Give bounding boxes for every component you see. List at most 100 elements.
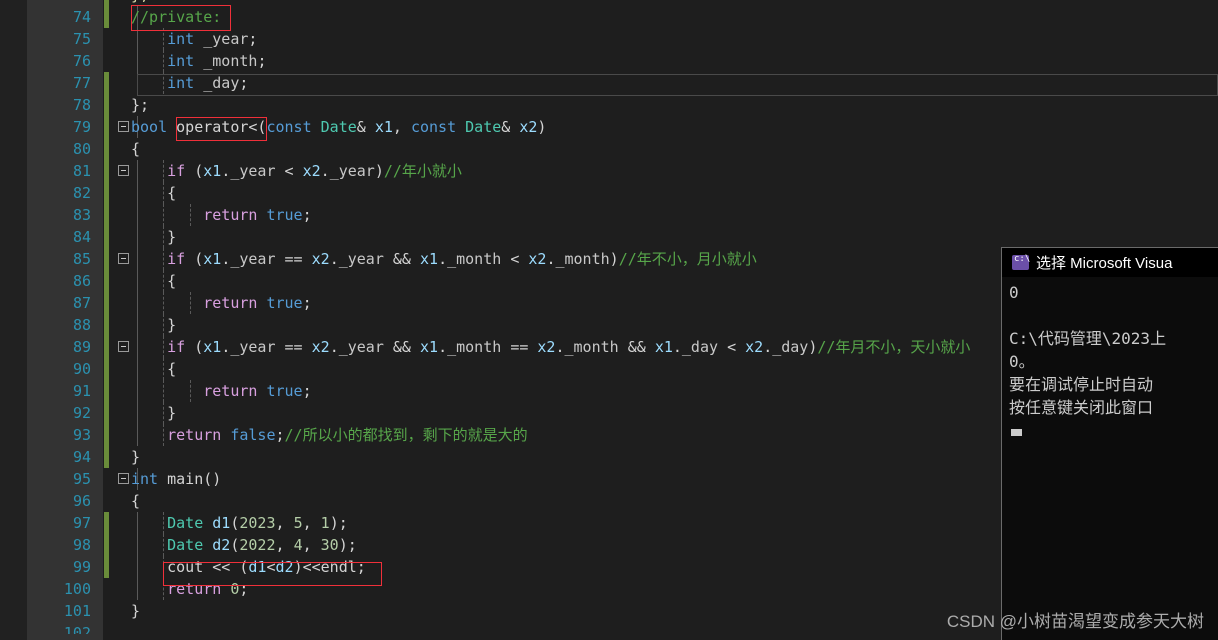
code-text[interactable]: }; <box>131 94 149 116</box>
change-bar <box>104 50 109 72</box>
code-text[interactable]: return false;//所以小的都找到，剩下的就是大的 <box>131 424 527 446</box>
fold-toggle-icon[interactable] <box>118 165 129 176</box>
line-number[interactable]: 74 <box>27 6 91 28</box>
code-line[interactable]: 74 //private: <box>0 6 1218 28</box>
code-text[interactable]: int _day; <box>131 72 248 94</box>
change-bar <box>104 578 109 600</box>
console-titlebar[interactable]: 选择 Microsoft Visua <box>1002 248 1218 277</box>
change-bar <box>104 138 109 160</box>
line-number[interactable]: 99 <box>27 556 91 578</box>
line-number[interactable]: 80 <box>27 138 91 160</box>
line-number[interactable]: 91 <box>27 380 91 402</box>
line-number[interactable]: 93 <box>27 424 91 446</box>
change-bar <box>104 248 109 270</box>
line-number[interactable]: 81 <box>27 160 91 182</box>
code-text[interactable]: return 0; <box>131 578 248 600</box>
line-number[interactable]: 79 <box>27 116 91 138</box>
code-text[interactable]: //private: <box>131 6 221 28</box>
code-text[interactable]: bool operator<(const Date& x1, const Dat… <box>131 116 546 138</box>
line-number[interactable]: 90 <box>27 358 91 380</box>
line-number[interactable]: 94 <box>27 446 91 468</box>
code-text[interactable]: { <box>131 182 176 204</box>
code-line[interactable]: 84 } <box>0 226 1218 248</box>
line-number[interactable]: 87 <box>27 292 91 314</box>
code-text[interactable]: cout << (d1<d2)<<endl; <box>131 556 366 578</box>
line-number[interactable]: 89 <box>27 336 91 358</box>
line-number[interactable]: 92 <box>27 402 91 424</box>
code-text[interactable]: if (x1._year < x2._year)//年小就小 <box>131 160 462 182</box>
console-output-line: 按任意键关闭此窗口 <box>1009 398 1154 417</box>
code-line[interactable]: 79 bool operator<(const Date& x1, const D… <box>0 116 1218 138</box>
change-bar <box>104 534 109 556</box>
line-number[interactable]: 102 <box>27 622 91 634</box>
line-number[interactable]: 98 <box>27 534 91 556</box>
change-bar <box>104 336 109 358</box>
line-number[interactable]: 97 <box>27 512 91 534</box>
line-number[interactable]: 101 <box>27 600 91 622</box>
line-number[interactable]: 88 <box>27 314 91 336</box>
line-number[interactable]: 85 <box>27 248 91 270</box>
code-text[interactable]: } <box>131 226 176 248</box>
code-text[interactable]: if (x1._year == x2._year && x1._month < … <box>131 248 757 270</box>
console-output-line: C:\代码管理\2023上 <box>1009 329 1167 348</box>
line-number[interactable]: 95 <box>27 468 91 490</box>
line-number[interactable]: 83 <box>27 204 91 226</box>
code-text[interactable]: } <box>131 314 176 336</box>
change-bar <box>104 160 109 182</box>
code-line[interactable]: 82 { <box>0 182 1218 204</box>
code-line[interactable]: 78}; <box>0 94 1218 116</box>
code-line[interactable]: 83 return true; <box>0 204 1218 226</box>
console-cursor <box>1011 429 1022 436</box>
line-number[interactable]: 78 <box>27 94 91 116</box>
line-number[interactable]: 77 <box>27 72 91 94</box>
code-text[interactable]: Date d2(2022, 4, 30); <box>131 534 357 556</box>
code-line[interactable]: 75 int _year; <box>0 28 1218 50</box>
fold-toggle-icon[interactable] <box>118 121 129 132</box>
code-text[interactable]: int _month; <box>131 50 266 72</box>
line-number[interactable]: 82 <box>27 182 91 204</box>
change-bar <box>104 6 109 28</box>
fold-toggle-icon[interactable] <box>118 253 129 264</box>
line-number[interactable]: 76 <box>27 50 91 72</box>
change-bar <box>104 182 109 204</box>
change-bar <box>104 28 109 50</box>
code-line[interactable]: 76 int _month; <box>0 50 1218 72</box>
code-text[interactable]: if (x1._year == x2._year && x1._month ==… <box>131 336 970 358</box>
fold-toggle-icon[interactable] <box>118 341 129 352</box>
code-text[interactable]: return true; <box>131 292 311 314</box>
change-bar <box>104 204 109 226</box>
code-text[interactable]: } <box>131 402 176 424</box>
line-number[interactable]: 84 <box>27 226 91 248</box>
change-bar <box>104 94 109 116</box>
code-text[interactable]: } <box>131 600 140 622</box>
change-bar <box>104 402 109 424</box>
code-text[interactable]: { <box>131 138 140 160</box>
code-text[interactable]: { <box>131 358 176 380</box>
code-text[interactable]: { <box>131 490 140 512</box>
console-window[interactable]: 选择 Microsoft Visua 0 C:\代码管理\2023上 0。要在调试停… <box>1001 247 1218 640</box>
console-output-line: 0。 <box>1009 352 1035 371</box>
line-number[interactable]: 86 <box>27 270 91 292</box>
code-text[interactable]: Date d1(2023, 5, 1); <box>131 512 348 534</box>
code-text[interactable]: int main() <box>131 468 221 490</box>
line-number[interactable]: 96 <box>27 490 91 512</box>
code-line[interactable]: 81 if (x1._year < x2._year)//年小就小 <box>0 160 1218 182</box>
code-line[interactable]: 77 int _day; <box>0 72 1218 94</box>
line-number[interactable]: 75 <box>27 28 91 50</box>
csdn-watermark: CSDN @小树苗渴望变成参天大树 <box>946 612 1204 631</box>
code-text[interactable]: } <box>131 446 140 468</box>
code-text[interactable]: { <box>131 270 176 292</box>
code-text[interactable]: int _year; <box>131 28 257 50</box>
change-bar <box>104 468 109 490</box>
change-bar <box>104 226 109 248</box>
code-editor[interactable]: 73};74//private:75 int _year;76 int _mon… <box>0 0 1218 640</box>
change-bar <box>104 446 109 468</box>
line-number[interactable]: 100 <box>27 578 91 600</box>
console-app-icon <box>1012 254 1030 270</box>
code-line[interactable]: 80 { <box>0 138 1218 160</box>
fold-toggle-icon[interactable] <box>118 473 129 484</box>
code-text[interactable]: return true; <box>131 204 311 226</box>
console-output: 0 C:\代码管理\2023上 0。 要在调试停止时自动 按任意键关闭此窗口 <box>1002 277 1218 436</box>
code-text[interactable]: return true; <box>131 380 311 402</box>
